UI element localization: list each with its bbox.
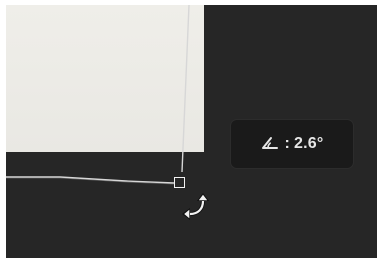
angle-label: : — [284, 135, 291, 152]
rotated-box-bottom-edge-shadow — [6, 177, 175, 185]
angle-value: 2.6° — [294, 135, 324, 152]
rotate-cursor-icon — [182, 193, 209, 220]
rotated-box-bottom-edge — [6, 176, 175, 184]
document-page[interactable] — [6, 5, 204, 152]
angle-icon — [261, 136, 279, 153]
workspace[interactable]: : 2.6° — [6, 5, 377, 258]
rotation-angle-tooltip: : 2.6° — [231, 120, 353, 168]
canvas-viewport[interactable]: : 2.6° — [0, 0, 381, 263]
